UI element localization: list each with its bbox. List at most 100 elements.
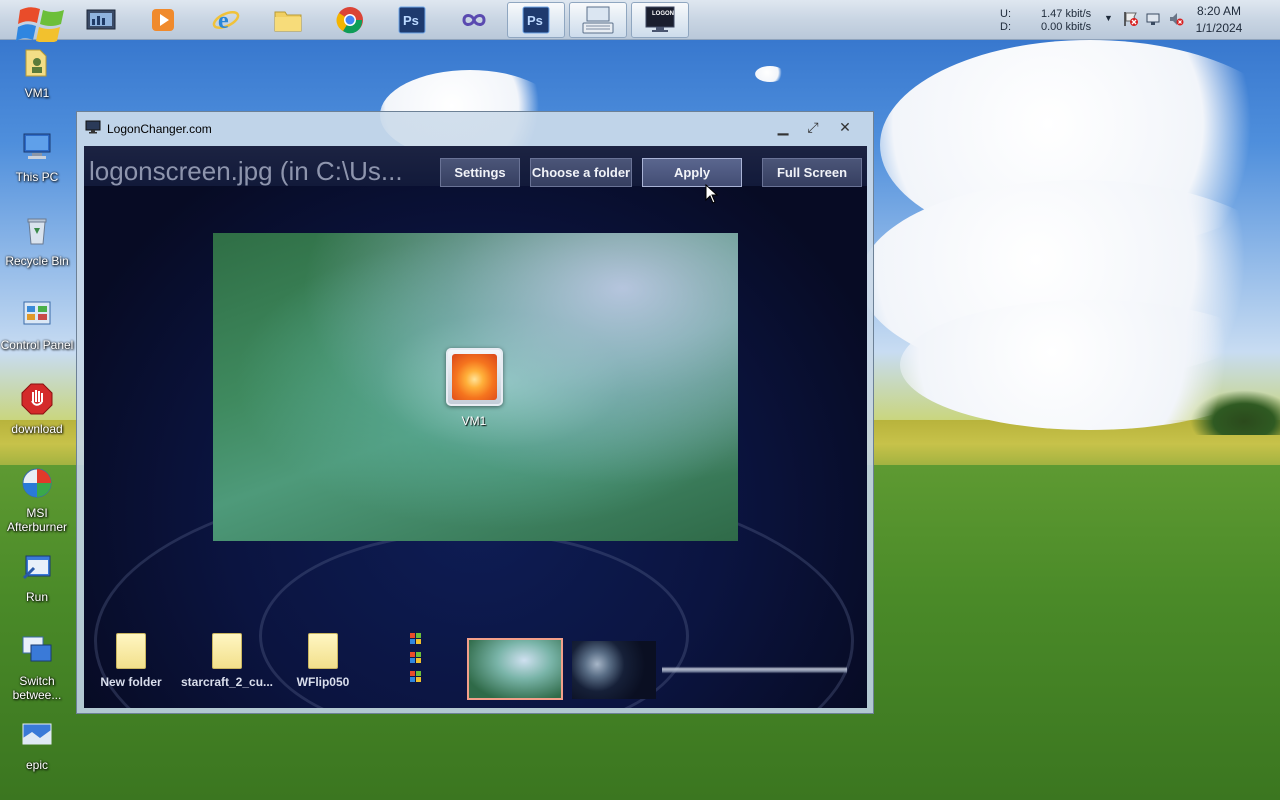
desktop-icon-msi-afterburner[interactable]: MSI Afterburner (0, 466, 74, 534)
file-explorer-icon (274, 11, 302, 32)
close-icon: ✕ (839, 119, 851, 135)
logon-changer-window: LogonChanger.com ▁ ⤢ ✕ logonscreen.jpg (… (76, 111, 874, 714)
full-screen-button-label: Full Screen (776, 165, 848, 180)
taskbar-infinity-app[interactable] (445, 2, 503, 38)
folder-user-icon (25, 49, 47, 77)
network-down-value: 0.00 kbit/s (1041, 21, 1092, 33)
network-icon[interactable] (1145, 11, 1161, 27)
msi-afterburner-icon (22, 468, 52, 498)
desktop-icon-label: download (11, 422, 63, 436)
choose-folder-button-label: Choose a folder (531, 165, 631, 180)
folder-icon (308, 633, 338, 669)
action-center-flag-icon[interactable] (1123, 11, 1139, 27)
taskbar-logon-changer[interactable]: LOGON (631, 2, 689, 38)
clock[interactable]: 8:20 AM 1/1/2024 (1184, 3, 1254, 37)
infinity-app-icon (462, 14, 486, 26)
folder-icon (116, 633, 146, 669)
desktop-icon-label: epic (25, 758, 48, 772)
settings-button-label: Settings (454, 165, 506, 180)
strip-windows-item[interactable] (406, 631, 428, 691)
svg-text:Ps: Ps (403, 13, 419, 28)
strip-folder-label: starcraft_2_cu... (180, 675, 274, 689)
network-down-label: D: (1000, 21, 1011, 33)
current-file-name: logonscreen.jpg (in C:\Us... (89, 156, 403, 186)
desktop-icon-label: VM1 (24, 86, 50, 100)
monitor-icon (85, 120, 101, 134)
taskbar-chrome[interactable] (321, 2, 379, 38)
taskbar-media-player[interactable] (134, 2, 192, 38)
full-screen-button[interactable]: Full Screen (762, 158, 862, 187)
run-icon (22, 555, 51, 580)
desktop-icon-label: This PC (15, 170, 59, 184)
network-up-value: 1.47 kbit/s (1041, 8, 1092, 20)
minimize-button[interactable]: ▁ (769, 116, 797, 138)
volume-muted-icon[interactable] (1168, 11, 1184, 27)
taskbar-file-explorer[interactable] (259, 2, 317, 38)
desktop-icon-label: Run (25, 590, 48, 604)
taskbar-internet-explorer[interactable]: e (197, 2, 255, 38)
desktop-icon-run[interactable]: Run (0, 550, 74, 604)
windows-flag-icon (410, 671, 421, 682)
folder-icon (212, 633, 242, 669)
recycle-bin-icon (27, 218, 47, 245)
maximize-icon: ⤢ (807, 119, 819, 135)
minimize-icon: ▁ (777, 119, 789, 135)
system-tray: U: D: 1.47 kbit/s 0.00 kbit/s ▼ 8:20 AM … (990, 0, 1280, 40)
desktop-icon-epic[interactable]: epic (0, 718, 74, 772)
user-avatar (446, 348, 503, 406)
start-button[interactable] (6, 0, 64, 42)
choose-folder-button[interactable]: Choose a folder (530, 158, 632, 187)
settings-button[interactable]: Settings (440, 158, 520, 187)
preview-user-name: VM1 (461, 414, 487, 428)
stop-hand-icon (21, 383, 53, 415)
keyboard-app-icon (582, 6, 614, 34)
taskbar-photoshop-running[interactable]: Ps (507, 2, 565, 38)
image-file-icon (22, 723, 52, 745)
wallpaper-cloud (755, 66, 785, 82)
taskbar: e Ps Ps LOGON U: D: 1.47 kbit/s 0.00 kbi… (0, 0, 1280, 42)
logon-changer-icon (645, 6, 675, 32)
strip-thumbnail[interactable] (572, 641, 656, 699)
desktop-icon-this-pc[interactable]: This PC (0, 130, 74, 184)
windows-logo-icon (16, 7, 64, 42)
network-up-label: U: (1000, 8, 1011, 20)
svg-text:e: e (218, 8, 229, 34)
strip-folder-label: New folder (100, 675, 162, 689)
desktop-icon-vm1[interactable]: VM1 (0, 46, 74, 100)
control-panel-icon (23, 301, 51, 325)
internet-explorer-icon: e (212, 8, 240, 34)
clock-time: 8:20 AM (1196, 4, 1242, 18)
strip-folder-label: WFlip050 (296, 675, 350, 689)
image-strip: New folder starcraft_2_cu... WFlip050 (84, 621, 867, 708)
taskbar-photoshop[interactable]: Ps (383, 2, 441, 38)
strip-folder-item[interactable]: WFlip050 (273, 633, 373, 689)
apply-button[interactable]: Apply (642, 158, 742, 187)
taskbar-keyboard-app[interactable] (569, 2, 627, 38)
maximize-button[interactable]: ⤢ (799, 116, 827, 138)
photoshop-running-icon: Ps (522, 6, 550, 34)
strip-folder-item[interactable]: starcraft_2_cu... (177, 633, 277, 689)
computer-icon (23, 133, 51, 159)
desktop-icon-download[interactable]: download (0, 382, 74, 436)
media-player-icon (152, 9, 174, 31)
desktop-icon-control-panel[interactable]: Control Panel (0, 298, 74, 352)
window-client-area: logonscreen.jpg (in C:\Us... Settings Ch… (84, 146, 867, 708)
strip-thumbnail-selected[interactable] (467, 638, 563, 700)
desktop-icon-recycle-bin[interactable]: Recycle Bin (0, 214, 74, 268)
strip-thumbnail[interactable] (662, 641, 847, 699)
tray-expand-icon[interactable]: ▼ (1104, 13, 1113, 23)
task-manager-icon (86, 9, 116, 30)
close-button[interactable]: ✕ (831, 116, 859, 138)
desktop-icon-label: Switch betwee... (12, 674, 62, 702)
desktop-icon-label: Recycle Bin (5, 254, 69, 268)
apply-button-label: Apply (673, 165, 711, 180)
windows-flag-icon (410, 652, 421, 663)
desktop-icon-label: MSI Afterburner (6, 506, 68, 534)
desktop-icon-switch-between[interactable]: Switch betwee... (0, 634, 74, 702)
mouse-cursor-icon (705, 184, 719, 204)
wallpaper-cloud (900, 300, 1280, 430)
taskbar-task-manager[interactable] (72, 2, 130, 38)
switch-windows-icon (22, 636, 52, 662)
strip-folder-item[interactable]: New folder (84, 633, 181, 689)
photoshop-icon: Ps (398, 6, 426, 34)
